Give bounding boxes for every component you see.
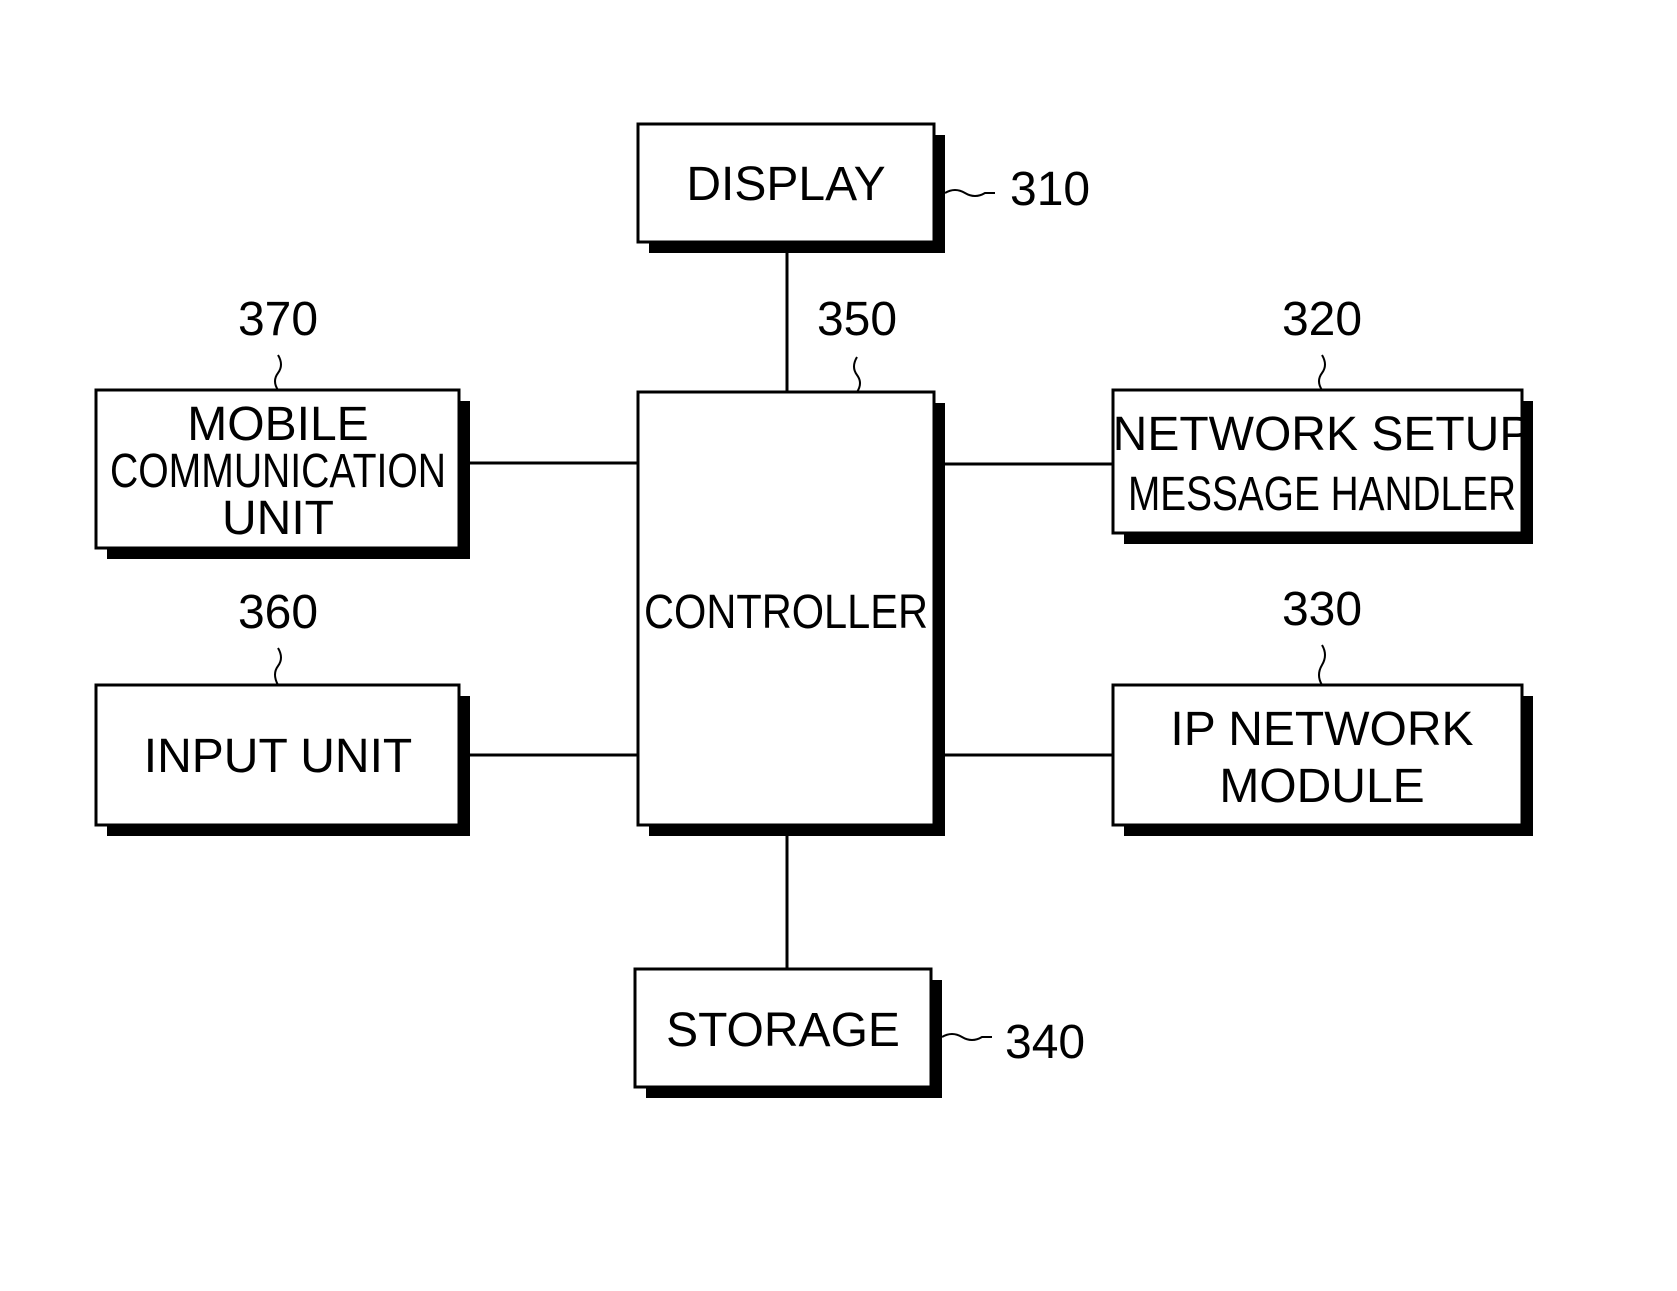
block-label: DISPLAY [686, 158, 885, 211]
ref-label: 310 [1010, 163, 1090, 216]
leader-squiggle [941, 1033, 992, 1041]
block-label-line-3: UNIT [222, 492, 334, 545]
block-ip-network-module: IP NETWORK MODULE [1111, 683, 1533, 836]
ref-label: 350 [817, 293, 897, 346]
leader-squiggle [944, 189, 995, 197]
block-label: STORAGE [666, 1004, 900, 1057]
leader-squiggle [853, 356, 861, 393]
leader-squiggle [274, 354, 282, 391]
ref-370: 370 [238, 293, 318, 391]
block-input-unit: INPUT UNIT [94, 683, 470, 836]
ref-310: 310 [944, 163, 1090, 216]
ref-360: 360 [238, 586, 318, 686]
leader-squiggle [1318, 644, 1326, 686]
ref-label: 360 [238, 586, 318, 639]
leader-squiggle [274, 647, 282, 686]
block-diagram: DISPLAY 310 CONTROLLER 350 STORAGE 340 M… [94, 122, 1533, 1098]
ref-label: 370 [238, 293, 318, 346]
block-storage: STORAGE [633, 967, 942, 1098]
ref-label: 330 [1282, 583, 1362, 636]
block-label-line-1: MOBILE [187, 398, 368, 451]
block-controller: CONTROLLER [636, 390, 945, 836]
leader-squiggle [1318, 354, 1326, 391]
block-label-line-1: IP NETWORK [1170, 703, 1473, 756]
block-display: DISPLAY [636, 122, 945, 253]
ref-label: 340 [1005, 1016, 1085, 1069]
ref-350: 350 [817, 293, 897, 393]
block-label: INPUT UNIT [144, 730, 412, 783]
block-label-line-2: MESSAGE HANDLER [1128, 468, 1516, 521]
ref-330: 330 [1282, 583, 1362, 686]
ref-label: 320 [1282, 293, 1362, 346]
block-label-line-2: MODULE [1219, 760, 1424, 813]
ref-340: 340 [941, 1016, 1085, 1069]
ref-320: 320 [1282, 293, 1362, 391]
block-label-line-1: NETWORK SETUP [1113, 408, 1532, 461]
block-label: CONTROLLER [644, 586, 928, 639]
block-network-setup-message-handler: NETWORK SETUP MESSAGE HANDLER [1111, 388, 1533, 544]
block-mobile-communication-unit: MOBILE COMMUNICATION UNIT [94, 388, 470, 559]
block-label-line-2: COMMUNICATION [110, 445, 446, 498]
